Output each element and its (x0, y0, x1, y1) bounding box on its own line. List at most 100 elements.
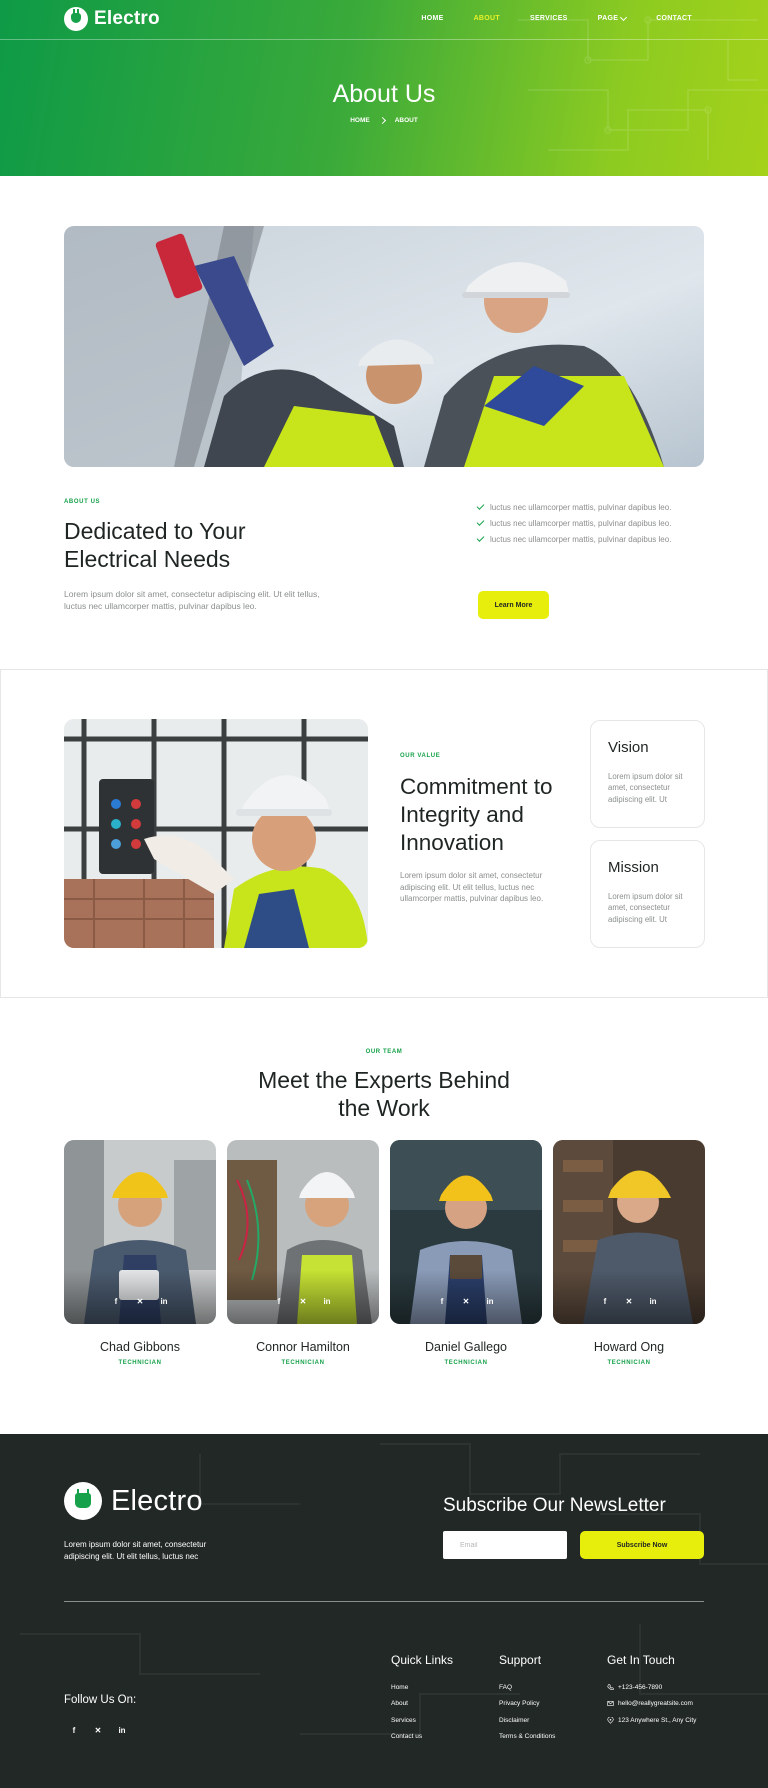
check-text: luctus nec ullamcorper mattis, pulvinar … (490, 534, 672, 544)
main-menu: HOME ABOUT SERVICES PAGE CONTACT (391, 13, 692, 22)
footer-socials: f ✕ in (69, 1726, 127, 1735)
about-hero-photo (64, 226, 704, 467)
footer-brand-name: Electro (111, 1484, 203, 1517)
breadcrumb-current: ABOUT (394, 117, 418, 124)
team-card-chad: f ✕ in (64, 1140, 216, 1324)
footer-link-disclaimer[interactable]: Disclaimer (499, 1712, 555, 1729)
x-icon[interactable]: ✕ (461, 1297, 471, 1306)
breadcrumb: HOME ABOUT (0, 116, 768, 125)
contact-email[interactable]: hello@reallygreatsite.com (607, 1696, 696, 1713)
facebook-icon[interactable]: f (111, 1297, 121, 1306)
contact-email-text: hello@reallygreatsite.com (618, 1700, 693, 1708)
location-pin-icon (607, 1716, 614, 1724)
brand-name: Electro (94, 8, 160, 29)
check-icon (476, 518, 485, 526)
team-heading-line2: the Work (338, 1094, 430, 1121)
values-eyebrow: OUR VALUE (400, 753, 441, 759)
team-card-connor: f ✕ in (227, 1140, 379, 1324)
footer-link-terms[interactable]: Terms & Conditions (499, 1729, 555, 1746)
nav-home-label: HOME (421, 15, 444, 22)
quick-links-title: Quick Links (391, 1653, 454, 1667)
footer-link-privacy[interactable]: Privacy Policy (499, 1696, 555, 1713)
linkedin-icon[interactable]: in (322, 1297, 332, 1306)
member-socials: f ✕ in (227, 1297, 379, 1306)
contact-title: Get In Touch (607, 1653, 675, 1667)
vision-card: Vision Lorem ipsum dolor sit amet, conse… (590, 720, 705, 828)
footer-divider (64, 1601, 704, 1602)
linkedin-icon[interactable]: in (648, 1297, 658, 1306)
mission-title: Mission (608, 859, 659, 876)
brand-logo[interactable]: Electro (64, 7, 160, 31)
values-heading: Commitment to Integrity and Innovation (400, 773, 553, 857)
plug-logo-icon (64, 1482, 102, 1520)
vision-title: Vision (608, 739, 649, 756)
nav-page-dropdown[interactable]: PAGE (598, 13, 628, 22)
check-icon (476, 534, 485, 542)
support-list: FAQ Privacy Policy Disclaimer Terms & Co… (499, 1679, 555, 1745)
check-item: luctus nec ullamcorper mattis, pulvinar … (476, 531, 672, 547)
follow-label: Follow Us On: (64, 1694, 137, 1706)
team-heading-line1: Meet the Experts Behind (258, 1067, 510, 1093)
x-icon[interactable]: ✕ (624, 1297, 634, 1306)
footer-link-home[interactable]: Home (391, 1679, 422, 1696)
nav-contact[interactable]: CONTACT (656, 15, 692, 22)
linkedin-icon[interactable]: in (485, 1297, 495, 1306)
footer-logo[interactable]: Electro (64, 1482, 203, 1520)
facebook-icon[interactable]: f (437, 1297, 447, 1306)
hero-banner: Electro HOME ABOUT SERVICES PAGE CONTACT… (0, 0, 768, 176)
member-name: Connor Hamilton (256, 1340, 350, 1354)
linkedin-icon[interactable]: in (159, 1297, 169, 1306)
footer-link-about[interactable]: About (391, 1696, 422, 1713)
chevron-right-icon (378, 116, 386, 125)
x-icon[interactable]: ✕ (298, 1297, 308, 1306)
values-heading-line1: Commitment to (400, 774, 553, 799)
values-text: Lorem ipsum dolor sit amet, consectetur … (400, 871, 544, 904)
chevron-down-icon (620, 13, 628, 21)
values-heading-line2: Integrity and (400, 802, 524, 828)
about-heading-line1: Dedicated to Your (64, 518, 246, 544)
nav-about[interactable]: ABOUT (474, 15, 500, 22)
footer-link-contact[interactable]: Contact us (391, 1729, 422, 1746)
learn-more-button[interactable]: Learn More (478, 591, 549, 619)
check-icon (476, 502, 485, 510)
footer-description: Lorem ipsum dolor sit amet, consectetur … (64, 1540, 207, 1561)
facebook-icon[interactable]: f (600, 1297, 610, 1306)
contact-phone[interactable]: +123-456-7890 (607, 1679, 696, 1696)
check-text: luctus nec ullamcorper mattis, pulvinar … (490, 518, 672, 528)
nav-services[interactable]: SERVICES (530, 15, 568, 22)
x-icon[interactable]: ✕ (135, 1297, 145, 1306)
nav-contact-label: CONTACT (656, 15, 692, 22)
member-socials: f ✕ in (64, 1297, 216, 1306)
nav-services-label: SERVICES (529, 15, 568, 22)
top-nav: Electro HOME ABOUT SERVICES PAGE CONTACT (0, 0, 768, 40)
check-text: luctus nec ullamcorper mattis, pulvinar … (490, 502, 672, 512)
member-socials: f ✕ in (553, 1297, 705, 1306)
subscribe-button[interactable]: Subscribe Now (580, 1531, 704, 1559)
member-name: Howard Ong (593, 1340, 665, 1354)
about-checklist: luctus nec ullamcorper mattis, pulvinar … (476, 499, 672, 547)
footer-link-faq[interactable]: FAQ (499, 1679, 555, 1696)
member-name: Daniel Gallego (425, 1340, 507, 1354)
facebook-icon[interactable]: f (274, 1297, 284, 1306)
facebook-icon[interactable]: f (69, 1726, 79, 1735)
team-eyebrow: OUR TEAM (365, 1049, 403, 1055)
member-name: Chad Gibbons (100, 1340, 180, 1354)
contact-address-text: 123 Anywhere St., Any City (618, 1716, 697, 1724)
values-heading-line3: Innovation (400, 830, 504, 856)
linkedin-icon[interactable]: in (117, 1726, 127, 1735)
newsletter-email-input[interactable] (443, 1531, 567, 1559)
member-socials: f ✕ in (390, 1297, 542, 1306)
x-icon[interactable]: ✕ (93, 1726, 103, 1735)
about-eyebrow: ABOUT US (64, 499, 101, 505)
contact-address: 123 Anywhere St., Any City (607, 1712, 696, 1729)
nav-home[interactable]: HOME (421, 15, 443, 22)
team-heading: Meet the Experts Behind the Work (0, 1067, 768, 1122)
member-role: TECHNICIAN (118, 1360, 162, 1366)
breadcrumb-home[interactable]: HOME (350, 117, 370, 124)
team-card-howard: f ✕ in (553, 1140, 705, 1324)
mail-icon (607, 1701, 614, 1707)
plug-logo-icon (64, 7, 88, 31)
member-role: TECHNICIAN (444, 1360, 488, 1366)
footer-link-services[interactable]: Services (391, 1712, 422, 1729)
about-heading: Dedicated to Your Electrical Needs (64, 518, 246, 573)
